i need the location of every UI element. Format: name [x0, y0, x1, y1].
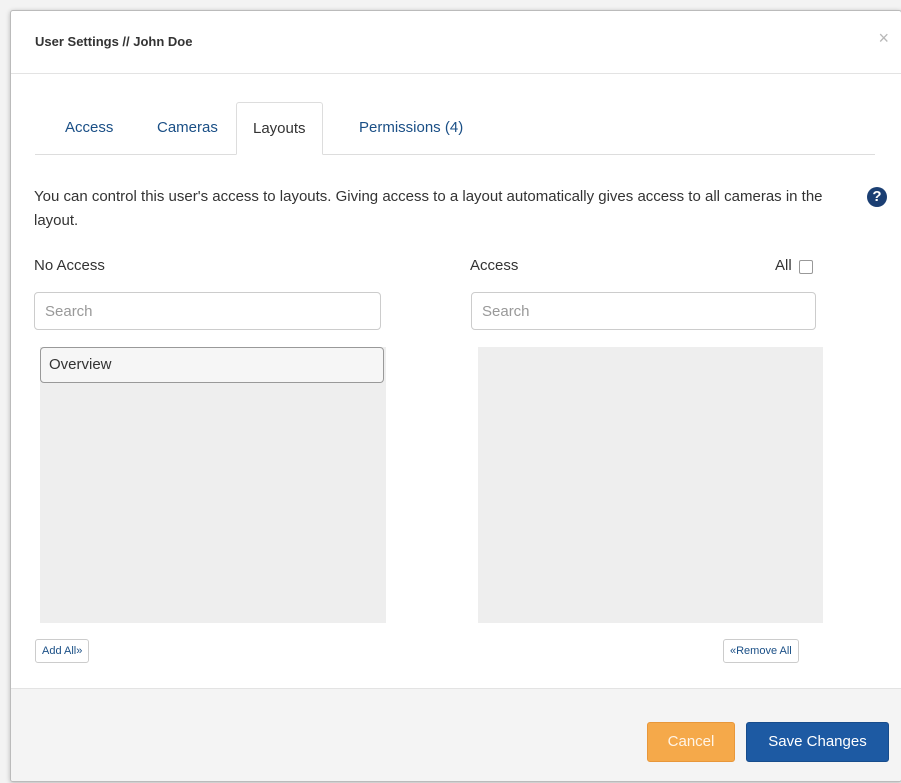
user-settings-dialog: User Settings // John Doe × Access Camer… — [10, 10, 901, 782]
access-heading: Access — [470, 257, 519, 274]
close-icon[interactable]: × — [878, 28, 889, 49]
no-access-heading: No Access — [34, 257, 105, 274]
dialog-header: User Settings // John Doe × — [11, 11, 901, 74]
layouts-description: You can control this user's access to la… — [34, 188, 823, 229]
tab-layouts[interactable]: Layouts — [236, 102, 323, 155]
tab-access[interactable]: Access — [49, 102, 129, 153]
access-list — [478, 347, 823, 623]
dialog-title: User Settings // John Doe — [35, 34, 193, 49]
no-access-search-input[interactable] — [34, 292, 381, 330]
all-checkbox[interactable] — [799, 260, 813, 274]
tab-cameras[interactable]: Cameras — [141, 102, 234, 153]
list-item-overview[interactable]: Overview — [40, 347, 384, 383]
add-all-button[interactable]: Add All» — [35, 639, 90, 663]
tab-bar: Access Cameras Layouts Permissions (4) — [35, 102, 875, 155]
question-circle-icon[interactable]: ? — [867, 187, 887, 207]
all-label: All — [775, 257, 792, 274]
tab-permissions[interactable]: Permissions (4) — [343, 102, 479, 153]
remove-all-button[interactable]: «Remove All — [723, 639, 799, 663]
save-changes-button[interactable]: Save Changes — [746, 722, 889, 762]
dialog-footer: Cancel Save Changes — [11, 688, 901, 781]
access-search-input[interactable] — [471, 292, 816, 330]
no-access-list: Overview — [40, 347, 386, 623]
cancel-button[interactable]: Cancel — [647, 722, 735, 762]
